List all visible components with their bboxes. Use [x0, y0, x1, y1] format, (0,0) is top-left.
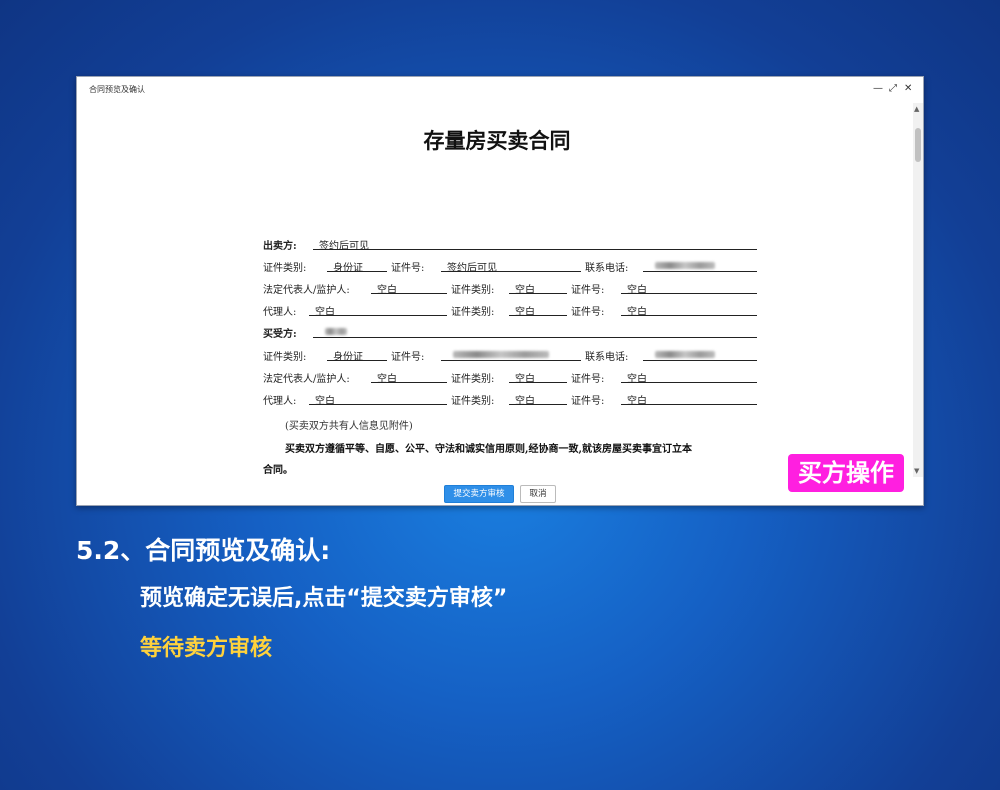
buyer-agent: 空白: [309, 392, 447, 407]
value: 空白: [509, 303, 567, 318]
instruction-text: 预览确定无误后,点击“提交卖方审核”: [140, 586, 508, 611]
value: 空白: [509, 281, 567, 296]
co-owner-note: (买卖双方共有人信息见附件): [285, 421, 413, 432]
dialog-titlebar: 合同预览及确认 — ⤢ ✕: [77, 77, 923, 103]
buyer-id-no-redacted: [441, 348, 581, 361]
label: 法定代表人/监护人:: [263, 374, 350, 385]
buyer-heading: 买受方:: [263, 329, 297, 340]
seller-legal-rep-row: 法定代表人/监护人: 空白 证件类别: 空白 证件号: 空白: [263, 281, 763, 296]
value: 空白: [509, 392, 567, 407]
dialog-title: 合同预览及确认: [89, 85, 145, 94]
buyer-name-row: 买受方:: [263, 325, 763, 340]
seller-heading: 出卖方:: [263, 241, 297, 252]
buyer-id-type: 身份证: [327, 348, 387, 363]
minimize-icon[interactable]: —: [873, 83, 883, 95]
label: 法定代表人/监护人:: [263, 285, 350, 296]
principle-paragraph: 买卖双方遵循平等、自愿、公平、守法和诚实信用原则,经协商一致,就该房屋买卖事宜订…: [285, 444, 692, 455]
step-heading: 5.2、合同预览及确认:: [76, 536, 331, 565]
value: 空白: [509, 370, 567, 385]
buyer-legal-rep: 空白: [371, 370, 447, 385]
seller-id-type: 身份证: [327, 259, 387, 274]
label: 证件类别:: [451, 396, 495, 407]
seller-id-row: 证件类别: 身份证 证件号: 签约后可见 联系电话:: [263, 259, 763, 274]
buyer-id-row: 证件类别: 身份证 证件号: 联系电话:: [263, 348, 763, 363]
label: 联系电话:: [585, 352, 629, 363]
seller-id-no: 签约后可见: [441, 259, 581, 274]
label: 证件类别:: [263, 352, 307, 363]
seller-agent-row: 代理人: 空白 证件类别: 空白 证件号: 空白: [263, 303, 763, 318]
waiting-text: 等待卖方审核: [140, 636, 273, 661]
contract-content: 存量房买卖合同 出卖方: 签约后可见 证件类别: 身份证 证件号: 签约后可见 …: [77, 103, 923, 505]
seller-agent: 空白: [309, 303, 447, 318]
seller-phone-redacted: [643, 259, 757, 272]
label: 证件号:: [391, 263, 425, 274]
principle-paragraph-end: 合同。: [263, 465, 293, 476]
label: 证件号:: [571, 307, 605, 318]
scroll-up-icon[interactable]: ▲: [914, 105, 919, 113]
vertical-scrollbar[interactable]: ▲ ▼: [913, 103, 923, 477]
contract-title: 存量房买卖合同: [423, 128, 571, 153]
scroll-down-icon[interactable]: ▼: [914, 467, 919, 475]
contract-preview-dialog: 合同预览及确认 — ⤢ ✕ 存量房买卖合同 出卖方: 签约后可见 证件类别: 身…: [76, 76, 924, 506]
scroll-thumb[interactable]: [915, 128, 921, 162]
buyer-operation-badge: 买方操作: [788, 454, 904, 492]
label: 证件类别:: [451, 374, 495, 385]
label: 证件号:: [571, 285, 605, 296]
buyer-agent-row: 代理人: 空白 证件类别: 空白 证件号: 空白: [263, 392, 763, 407]
label: 证件类别:: [263, 263, 307, 274]
buyer-phone-redacted: [643, 348, 757, 361]
value: 空白: [621, 303, 757, 318]
seller-legal-rep: 空白: [371, 281, 447, 296]
label: 证件类别:: [451, 285, 495, 296]
submit-seller-review-button[interactable]: 提交卖方审核: [444, 485, 514, 503]
buyer-legal-rep-row: 法定代表人/监护人: 空白 证件类别: 空白 证件号: 空白: [263, 370, 763, 385]
maximize-icon[interactable]: ⤢: [889, 83, 897, 95]
cancel-button[interactable]: 取消: [520, 485, 556, 503]
value: 空白: [621, 392, 757, 407]
seller-name: 签约后可见: [313, 237, 757, 252]
label: 证件类别:: [451, 307, 495, 318]
label: 代理人:: [263, 396, 297, 407]
label: 证件号:: [571, 396, 605, 407]
value: 空白: [621, 370, 757, 385]
label: 证件号:: [391, 352, 425, 363]
label: 证件号:: [571, 374, 605, 385]
seller-name-row: 出卖方: 签约后可见: [263, 237, 763, 252]
label: 联系电话:: [585, 263, 629, 274]
label: 代理人:: [263, 307, 297, 318]
value: 空白: [621, 281, 757, 296]
buyer-name-redacted: [313, 325, 757, 338]
close-icon[interactable]: ✕: [904, 83, 912, 95]
